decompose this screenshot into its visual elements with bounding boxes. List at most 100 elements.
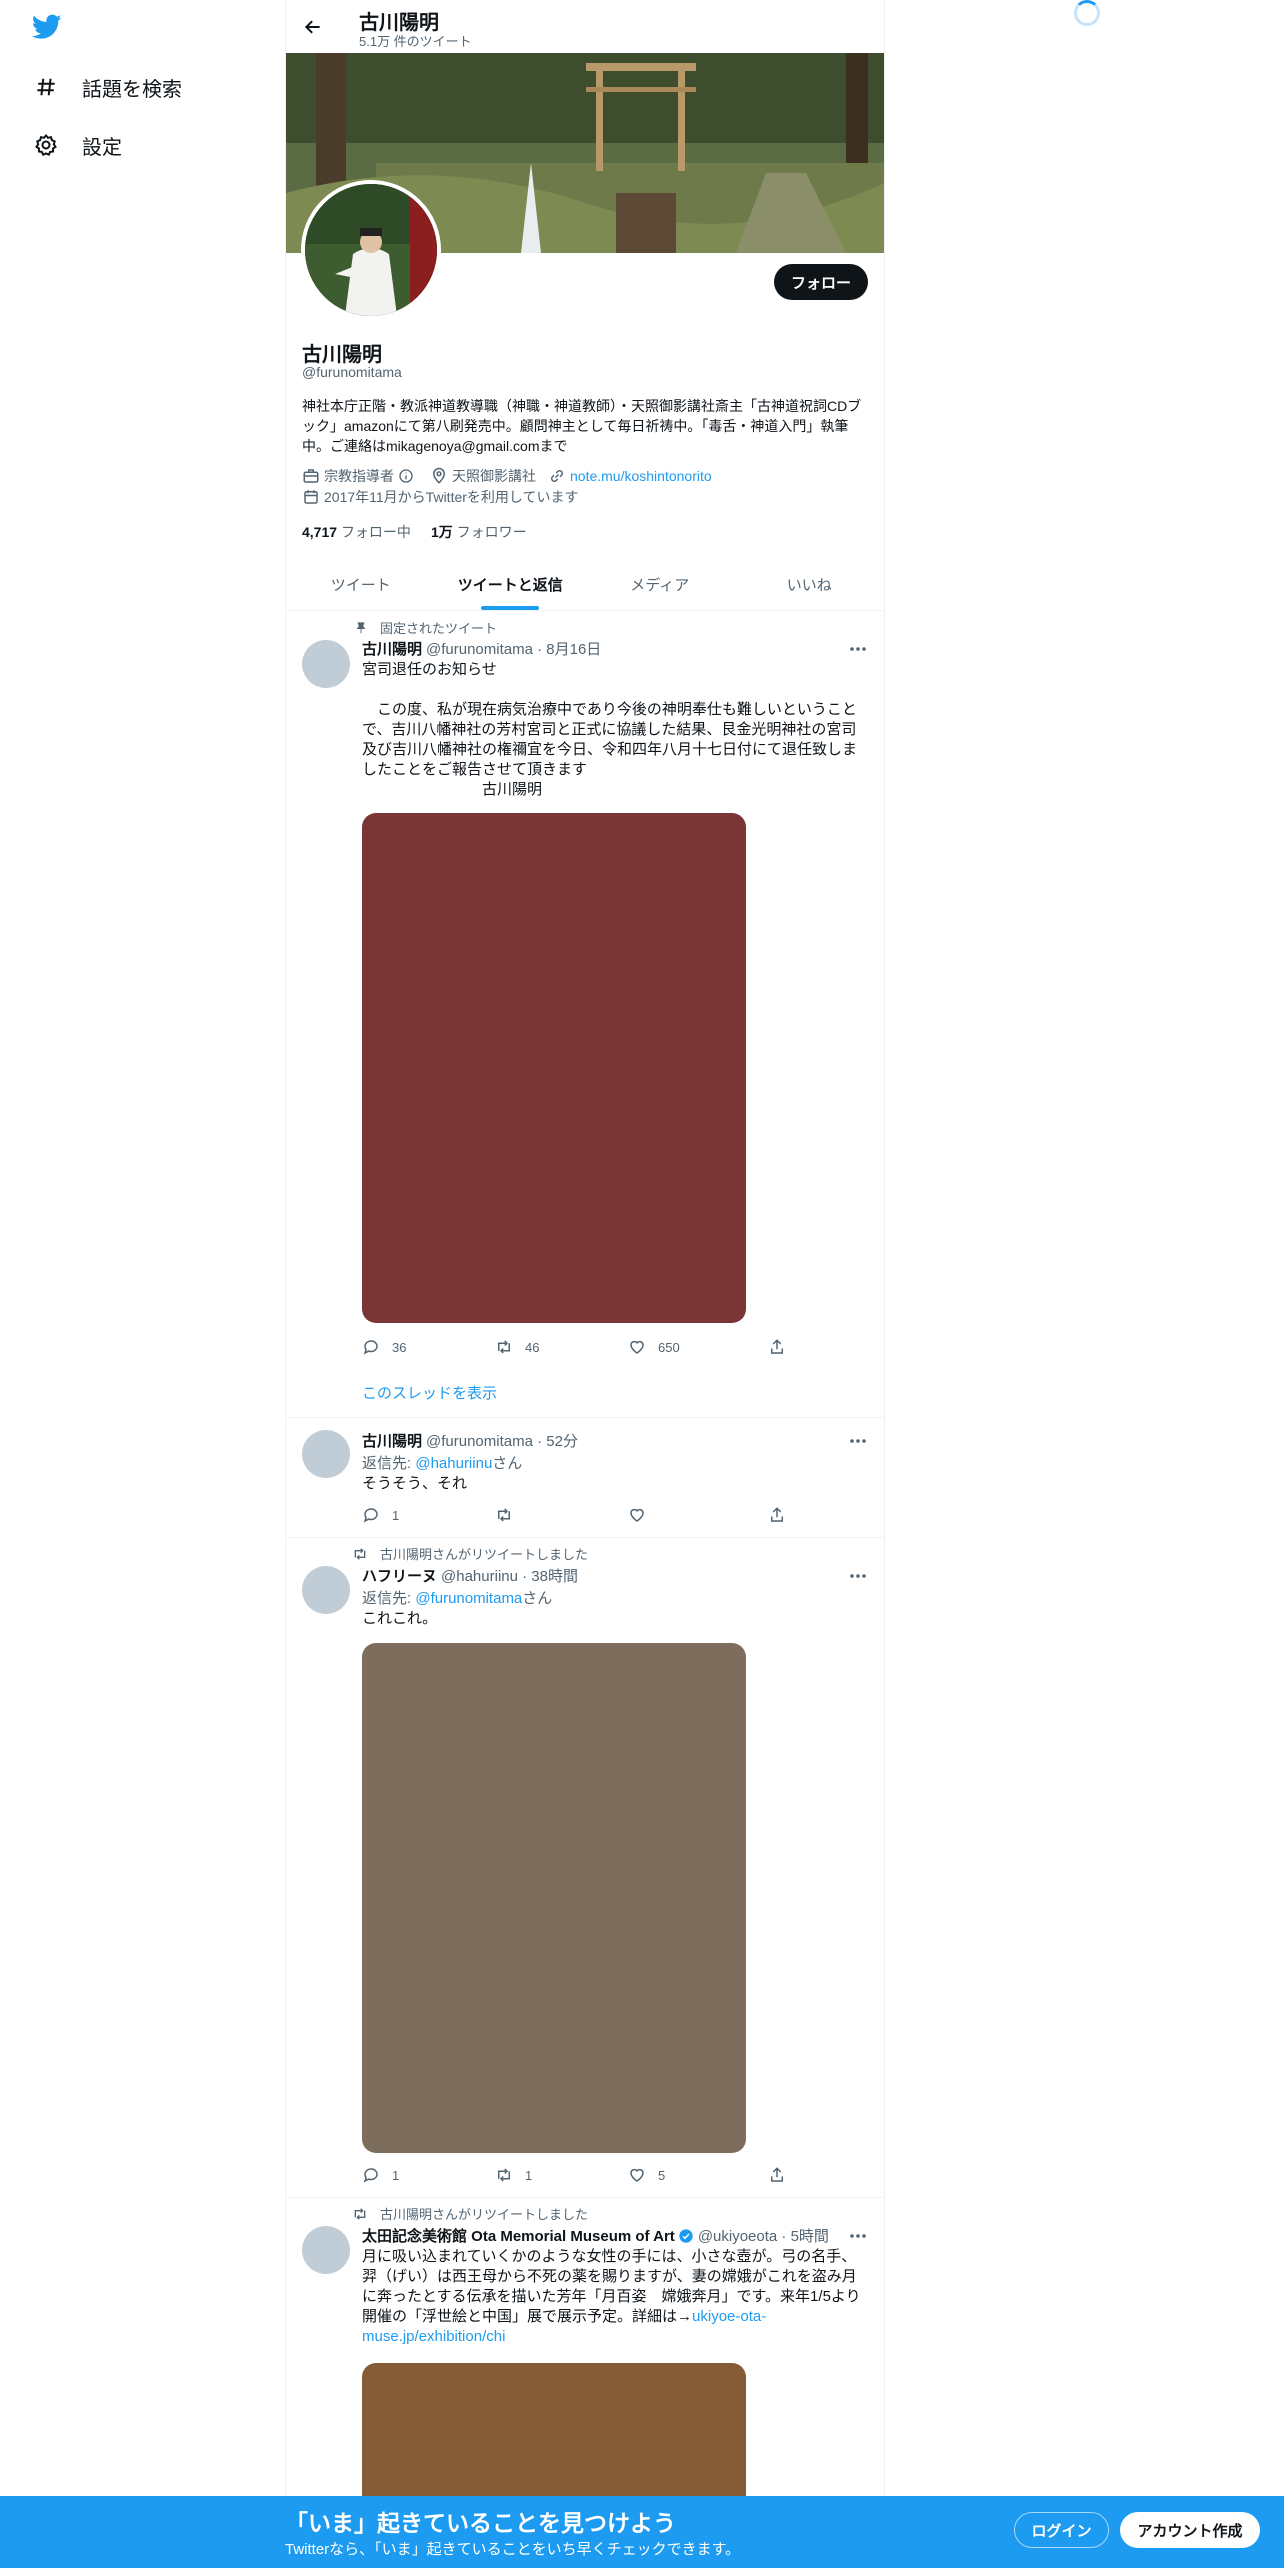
reply-button[interactable]: 1 [362, 1506, 399, 1524]
reply-icon [363, 2168, 378, 2183]
retweet-icon [498, 2168, 510, 2182]
tweet[interactable]: 古川陽明さんがリツイートしました ハフリーヌ @hahuriinu · 38時間… [286, 1538, 884, 2198]
following-count-link[interactable]: 4,717 フォロー中 [302, 522, 411, 542]
reply-count: 1 [392, 1507, 400, 1523]
followers-label: フォロワー [456, 524, 527, 540]
gear-icon [32, 131, 60, 159]
tweet-author-name[interactable]: 太田記念美術館 Ota Memorial Museum of Art [362, 2225, 675, 2246]
nav-settings[interactable]: 設定 [32, 125, 122, 165]
tweet-text: 月に吸い込まれていくかのような女性の手には、小さな壺が。弓の名手、羿（げい）は西… [362, 2247, 868, 2347]
profile-url: note.mu/koshintonorito [548, 467, 712, 485]
back-arrow-icon[interactable] [298, 12, 328, 42]
retweeted-by-label[interactable]: 古川陽明さんがリツイートしました [380, 1544, 588, 1563]
reply-suffix: さん [492, 1455, 523, 1472]
avatar[interactable] [302, 2226, 350, 2274]
nav-explore[interactable]: 話題を検索 [32, 67, 182, 107]
tweet-author-name[interactable]: ハフリーヌ [362, 1565, 437, 1586]
more-options-icon[interactable] [848, 2226, 868, 2246]
profile-tabs: ツイート ツイートと返信 メディア いいね [286, 558, 884, 611]
nav-settings-label: 設定 [82, 136, 122, 159]
tweet-handle-time[interactable]: @hahuriinu · 38時間 [441, 1565, 578, 1586]
like-count: 650 [658, 1339, 680, 1355]
login-button[interactable]: ログイン [1014, 2512, 1109, 2548]
followers-count: 1万 [430, 524, 453, 540]
tab-media[interactable]: メディア [585, 558, 735, 610]
tweet[interactable]: 古川陽明 @furunomitama · 52分 返信先: @hahuriinu… [286, 1418, 884, 1538]
tab-likes[interactable]: いいね [735, 558, 885, 610]
avatar[interactable] [302, 1566, 350, 1614]
pinned-context: 固定されたツイート [334, 618, 497, 637]
tweet-text-main: 月に吸い込まれていくかのような女性の手には、小さな壺が。弓の名手、羿（げい）は西… [362, 2248, 861, 2325]
retweet-button[interactable]: 1 [495, 2166, 532, 2184]
following-count: 4,717 [302, 524, 338, 540]
heart-icon [630, 2168, 644, 2182]
retweet-icon [498, 1508, 510, 1522]
reply-suffix: さん [522, 1590, 553, 1607]
tab-tweets-and-replies[interactable]: ツイートと返信 [436, 558, 586, 610]
tweet-handle-time[interactable]: @furunomitama · 52分 [426, 1430, 578, 1451]
tweet-author-name[interactable]: 古川陽明 [362, 638, 422, 659]
like-button[interactable]: 5 [628, 2166, 665, 2184]
tweet-author-name[interactable]: 古川陽明 [362, 1430, 422, 1451]
retweet-icon [354, 1547, 366, 1560]
more-options-icon[interactable] [848, 639, 868, 659]
reply-icon [363, 1340, 378, 1355]
retweeted-by-label[interactable]: 古川陽明さんがリツイートしました [380, 2204, 588, 2223]
reply-to-handle[interactable]: @furunomitama [415, 1590, 522, 1607]
reply-button[interactable]: 36 [362, 1338, 406, 1356]
profile-name: 古川陽明 [302, 344, 382, 366]
tweet-media-image[interactable] [362, 1643, 746, 2153]
tweet-text: 宮司退任のお知らせ この度、私が現在病気治療中であり今後の神明奉仕も難しいという… [362, 661, 858, 798]
tweet-handle-time[interactable]: @ukiyoeota · 5時間 [698, 2225, 829, 2246]
heart-icon [630, 1508, 644, 1522]
reply-to-line: 返信先: @furunomitamaさん [362, 1587, 552, 1608]
reply-icon [363, 1508, 378, 1523]
followers-count-link[interactable]: 1万 フォロワー [431, 522, 527, 542]
tweet[interactable]: 固定されたツイート 古川陽明 @furunomitama · 8月16日 宮司退… [286, 612, 884, 1418]
avatar[interactable] [302, 640, 350, 688]
profile-meta: 宗教指導者 天照御影講社 note.mu/koshintonorito [302, 466, 724, 486]
like-button[interactable] [628, 1506, 646, 1524]
profile-avatar[interactable] [301, 180, 441, 320]
tweet-header: 古川陽明 @furunomitama · 52分 [362, 1430, 578, 1451]
location-label: 天照御影講社 [452, 468, 536, 484]
info-icon[interactable] [398, 468, 414, 484]
pinned-label: 固定されたツイート [380, 621, 498, 636]
share-button[interactable] [768, 1338, 786, 1356]
tweet-actions: 1 1 5 [362, 2166, 792, 2186]
tweet-media-image[interactable] [362, 813, 746, 1323]
bottom-bar-title: 「いま」起きていることを見つけよう [285, 2510, 676, 2536]
share-button[interactable] [768, 1506, 786, 1524]
like-count: 5 [658, 2167, 666, 2183]
profile-location: 天照御影講社 [430, 466, 536, 486]
reply-button[interactable]: 1 [362, 2166, 399, 2184]
retweet-button[interactable] [495, 1506, 513, 1524]
retweet-button[interactable]: 46 [495, 1338, 539, 1356]
tab-tweets[interactable]: ツイート [286, 558, 436, 610]
follow-counts: 4,717 フォロー中 1万 フォロワー [302, 522, 547, 542]
follow-button[interactable]: フォロー [774, 264, 868, 300]
twitter-logo-icon[interactable] [31, 14, 64, 42]
tweet-actions: 1 [362, 1506, 792, 1526]
retweet-icon [354, 2207, 366, 2220]
retweet-context: 古川陽明さんがリツイートしました [334, 2204, 588, 2223]
more-options-icon[interactable] [848, 1566, 868, 1586]
like-button[interactable]: 650 [628, 1338, 680, 1356]
avatar[interactable] [302, 1430, 350, 1478]
header-tweet-count: 5.1万 件のツイート [359, 34, 472, 49]
show-thread-link[interactable]: このスレッドを表示 [362, 1382, 497, 1403]
retweet-icon [498, 1340, 510, 1354]
share-button[interactable] [768, 2166, 786, 2184]
reply-to-handle[interactable]: @hahuriinu [415, 1455, 492, 1472]
profile-joined: 2017年11月からTwitterを利用しています [302, 487, 579, 507]
left-navigation: 話題を検索 設定 [0, 0, 285, 2568]
tweet-text: これこれ。 [362, 1610, 438, 1627]
following-label: フォロー中 [340, 524, 411, 540]
profile-url-link[interactable]: note.mu/koshintonorito [570, 468, 712, 484]
signup-prompt-bar: 「いま」起きていることを見つけよう Twitterなら、「いま」起きていることを… [0, 2496, 1284, 2568]
more-options-icon[interactable] [848, 1431, 868, 1451]
tweet-header: ハフリーヌ @hahuriinu · 38時間 [362, 1565, 578, 1586]
reply-prefix: 返信先: [362, 1590, 416, 1607]
tweet-handle-time[interactable]: @furunomitama · 8月16日 [426, 638, 601, 659]
signup-button[interactable]: アカウント作成 [1120, 2512, 1260, 2548]
